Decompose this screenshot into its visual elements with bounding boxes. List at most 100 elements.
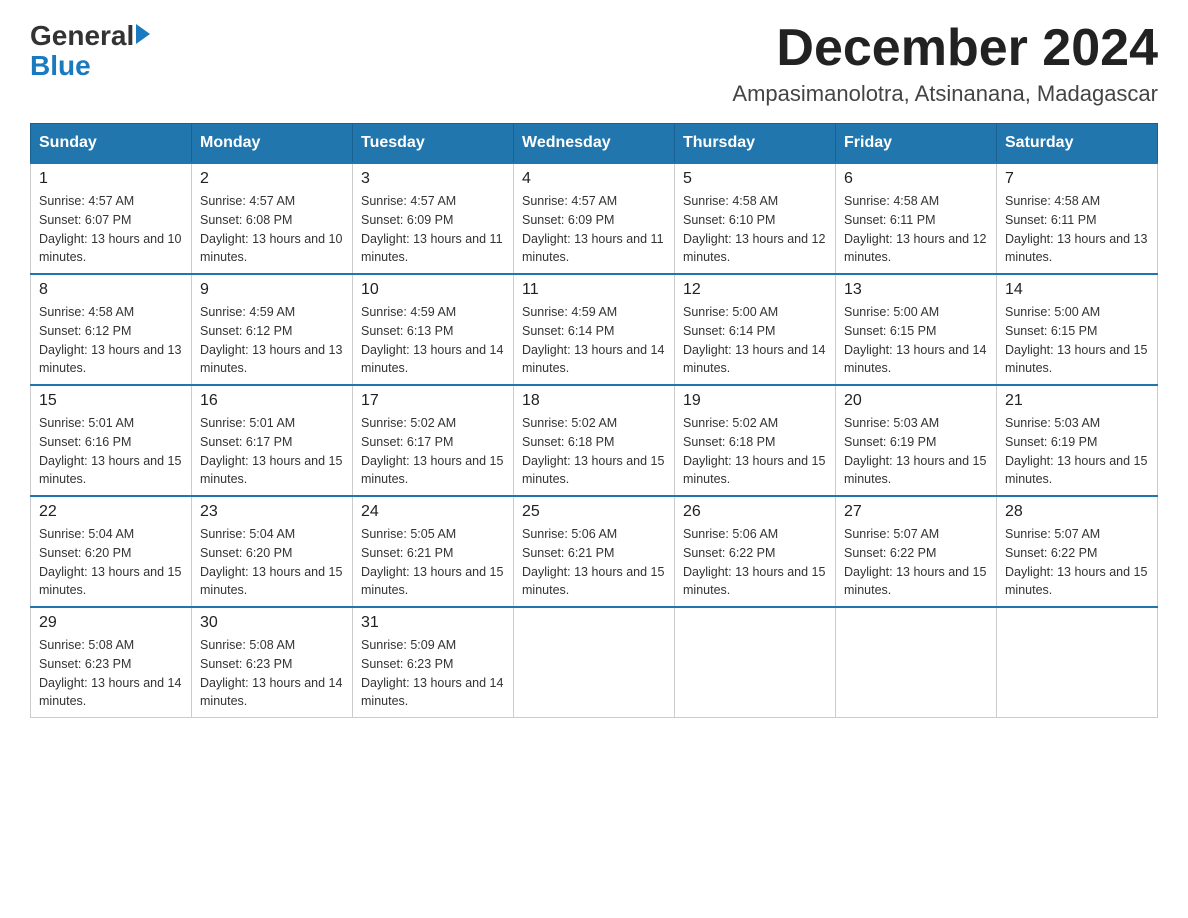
day-number: 18 <box>522 392 666 410</box>
calendar-cell: 21 Sunrise: 5:03 AMSunset: 6:19 PMDayligh… <box>997 385 1158 496</box>
day-number: 29 <box>39 614 183 632</box>
day-number: 7 <box>1005 170 1149 188</box>
page-header: General Blue December 2024 Ampasimanolot… <box>30 20 1158 107</box>
day-info: Sunrise: 5:03 AMSunset: 6:19 PMDaylight:… <box>844 414 988 489</box>
day-info: Sunrise: 4:59 AMSunset: 6:13 PMDaylight:… <box>361 303 505 378</box>
calendar-cell <box>997 607 1158 718</box>
day-info: Sunrise: 5:00 AMSunset: 6:15 PMDaylight:… <box>844 303 988 378</box>
calendar-cell: 22 Sunrise: 5:04 AMSunset: 6:20 PMDayligh… <box>31 496 192 607</box>
day-info: Sunrise: 4:58 AMSunset: 6:11 PMDaylight:… <box>1005 192 1149 267</box>
calendar-cell: 8Sunrise: 4:58 AMSunset: 6:12 PMDaylight… <box>31 274 192 385</box>
day-info: Sunrise: 5:02 AMSunset: 6:18 PMDaylight:… <box>683 414 827 489</box>
logo-general-text: General <box>30 20 134 52</box>
calendar-cell <box>836 607 997 718</box>
col-header-tuesday: Tuesday <box>353 124 514 164</box>
title-area: December 2024 Ampasimanolotra, Atsinanan… <box>732 20 1158 107</box>
day-info: Sunrise: 5:01 AMSunset: 6:16 PMDaylight:… <box>39 414 183 489</box>
col-header-sunday: Sunday <box>31 124 192 164</box>
calendar-cell: 3 Sunrise: 4:57 AMSunset: 6:09 PMDaylight… <box>353 163 514 274</box>
day-number: 5 <box>683 170 827 188</box>
day-number: 13 <box>844 281 988 299</box>
day-info: Sunrise: 5:03 AMSunset: 6:19 PMDaylight:… <box>1005 414 1149 489</box>
day-info: Sunrise: 4:59 AMSunset: 6:14 PMDaylight:… <box>522 303 666 378</box>
day-info: Sunrise: 5:00 AMSunset: 6:15 PMDaylight:… <box>1005 303 1149 378</box>
day-number: 2 <box>200 170 344 188</box>
calendar-cell: 23Sunrise: 5:04 AMSunset: 6:20 PMDayligh… <box>192 496 353 607</box>
calendar-cell: 30 Sunrise: 5:08 AMSunset: 6:23 PMDayligh… <box>192 607 353 718</box>
day-number: 3 <box>361 170 505 188</box>
calendar-header-row: SundayMondayTuesdayWednesdayThursdayFrid… <box>31 124 1158 164</box>
day-number: 30 <box>200 614 344 632</box>
calendar-cell: 1 Sunrise: 4:57 AMSunset: 6:07 PMDaylight… <box>31 163 192 274</box>
day-info: Sunrise: 4:57 AMSunset: 6:09 PMDaylight:… <box>522 192 666 267</box>
day-number: 25 <box>522 503 666 521</box>
calendar-cell: 13 Sunrise: 5:00 AMSunset: 6:15 PMDayligh… <box>836 274 997 385</box>
day-number: 12 <box>683 281 827 299</box>
day-info: Sunrise: 5:06 AMSunset: 6:22 PMDaylight:… <box>683 525 827 600</box>
day-info: Sunrise: 4:57 AMSunset: 6:09 PMDaylight:… <box>361 192 505 267</box>
calendar-cell: 2 Sunrise: 4:57 AMSunset: 6:08 PMDaylight… <box>192 163 353 274</box>
calendar-cell: 26 Sunrise: 5:06 AMSunset: 6:22 PMDayligh… <box>675 496 836 607</box>
col-header-thursday: Thursday <box>675 124 836 164</box>
day-info: Sunrise: 5:08 AMSunset: 6:23 PMDaylight:… <box>200 636 344 711</box>
calendar-cell: 29Sunrise: 5:08 AMSunset: 6:23 PMDayligh… <box>31 607 192 718</box>
calendar-table: SundayMondayTuesdayWednesdayThursdayFrid… <box>30 123 1158 718</box>
week-row-3: 15Sunrise: 5:01 AMSunset: 6:16 PMDayligh… <box>31 385 1158 496</box>
week-row-1: 1 Sunrise: 4:57 AMSunset: 6:07 PMDaylight… <box>31 163 1158 274</box>
logo-arrow-icon <box>136 24 150 44</box>
day-info: Sunrise: 5:02 AMSunset: 6:17 PMDaylight:… <box>361 414 505 489</box>
day-info: Sunrise: 5:02 AMSunset: 6:18 PMDaylight:… <box>522 414 666 489</box>
day-number: 31 <box>361 614 505 632</box>
calendar-cell: 28Sunrise: 5:07 AMSunset: 6:22 PMDayligh… <box>997 496 1158 607</box>
calendar-cell <box>514 607 675 718</box>
col-header-saturday: Saturday <box>997 124 1158 164</box>
calendar-cell: 18 Sunrise: 5:02 AMSunset: 6:18 PMDayligh… <box>514 385 675 496</box>
day-number: 21 <box>1005 392 1149 410</box>
day-number: 1 <box>39 170 183 188</box>
day-number: 19 <box>683 392 827 410</box>
month-title: December 2024 <box>732 20 1158 77</box>
day-number: 27 <box>844 503 988 521</box>
day-info: Sunrise: 5:09 AMSunset: 6:23 PMDaylight:… <box>361 636 505 711</box>
calendar-cell: 15Sunrise: 5:01 AMSunset: 6:16 PMDayligh… <box>31 385 192 496</box>
location-title: Ampasimanolotra, Atsinanana, Madagascar <box>732 81 1158 107</box>
day-number: 9 <box>200 281 344 299</box>
day-info: Sunrise: 4:57 AMSunset: 6:08 PMDaylight:… <box>200 192 344 267</box>
day-info: Sunrise: 5:04 AMSunset: 6:20 PMDaylight:… <box>39 525 183 600</box>
day-number: 4 <box>522 170 666 188</box>
day-number: 22 <box>39 503 183 521</box>
day-number: 6 <box>844 170 988 188</box>
calendar-cell: 17Sunrise: 5:02 AMSunset: 6:17 PMDayligh… <box>353 385 514 496</box>
calendar-cell: 5Sunrise: 4:58 AMSunset: 6:10 PMDaylight… <box>675 163 836 274</box>
day-number: 24 <box>361 503 505 521</box>
week-row-4: 22 Sunrise: 5:04 AMSunset: 6:20 PMDayligh… <box>31 496 1158 607</box>
calendar-cell: 31 Sunrise: 5:09 AMSunset: 6:23 PMDayligh… <box>353 607 514 718</box>
calendar-cell: 20 Sunrise: 5:03 AMSunset: 6:19 PMDayligh… <box>836 385 997 496</box>
col-header-wednesday: Wednesday <box>514 124 675 164</box>
day-number: 11 <box>522 281 666 299</box>
calendar-cell: 14Sunrise: 5:00 AMSunset: 6:15 PMDayligh… <box>997 274 1158 385</box>
calendar-cell: 24Sunrise: 5:05 AMSunset: 6:21 PMDayligh… <box>353 496 514 607</box>
week-row-5: 29 Sunrise: 5:08 AMSunset: 6:23 PMDayligh… <box>31 607 1158 718</box>
day-info: Sunrise: 4:57 AMSunset: 6:07 PMDaylight:… <box>39 192 183 267</box>
day-info: Sunrise: 5:06 AMSunset: 6:21 PMDaylight:… <box>522 525 666 600</box>
day-number: 20 <box>844 392 988 410</box>
day-number: 28 <box>1005 503 1149 521</box>
col-header-monday: Monday <box>192 124 353 164</box>
logo-blue-text: Blue <box>30 52 91 80</box>
calendar-cell: 9 Sunrise: 4:59 AMSunset: 6:12 PMDaylight… <box>192 274 353 385</box>
day-number: 26 <box>683 503 827 521</box>
calendar-cell: 25 Sunrise: 5:06 AMSunset: 6:21 PMDayligh… <box>514 496 675 607</box>
calendar-cell: 7 Sunrise: 4:58 AMSunset: 6:11 PMDaylight… <box>997 163 1158 274</box>
day-info: Sunrise: 5:00 AMSunset: 6:14 PMDaylight:… <box>683 303 827 378</box>
logo: General Blue <box>30 20 150 80</box>
day-info: Sunrise: 5:04 AMSunset: 6:20 PMDaylight:… <box>200 525 344 600</box>
calendar-cell: 4 Sunrise: 4:57 AMSunset: 6:09 PMDaylight… <box>514 163 675 274</box>
week-row-2: 8Sunrise: 4:58 AMSunset: 6:12 PMDaylight… <box>31 274 1158 385</box>
calendar-cell: 6Sunrise: 4:58 AMSunset: 6:11 PMDaylight… <box>836 163 997 274</box>
day-info: Sunrise: 4:59 AMSunset: 6:12 PMDaylight:… <box>200 303 344 378</box>
calendar-cell: 10 Sunrise: 4:59 AMSunset: 6:13 PMDayligh… <box>353 274 514 385</box>
day-info: Sunrise: 4:58 AMSunset: 6:12 PMDaylight:… <box>39 303 183 378</box>
day-number: 16 <box>200 392 344 410</box>
day-number: 10 <box>361 281 505 299</box>
